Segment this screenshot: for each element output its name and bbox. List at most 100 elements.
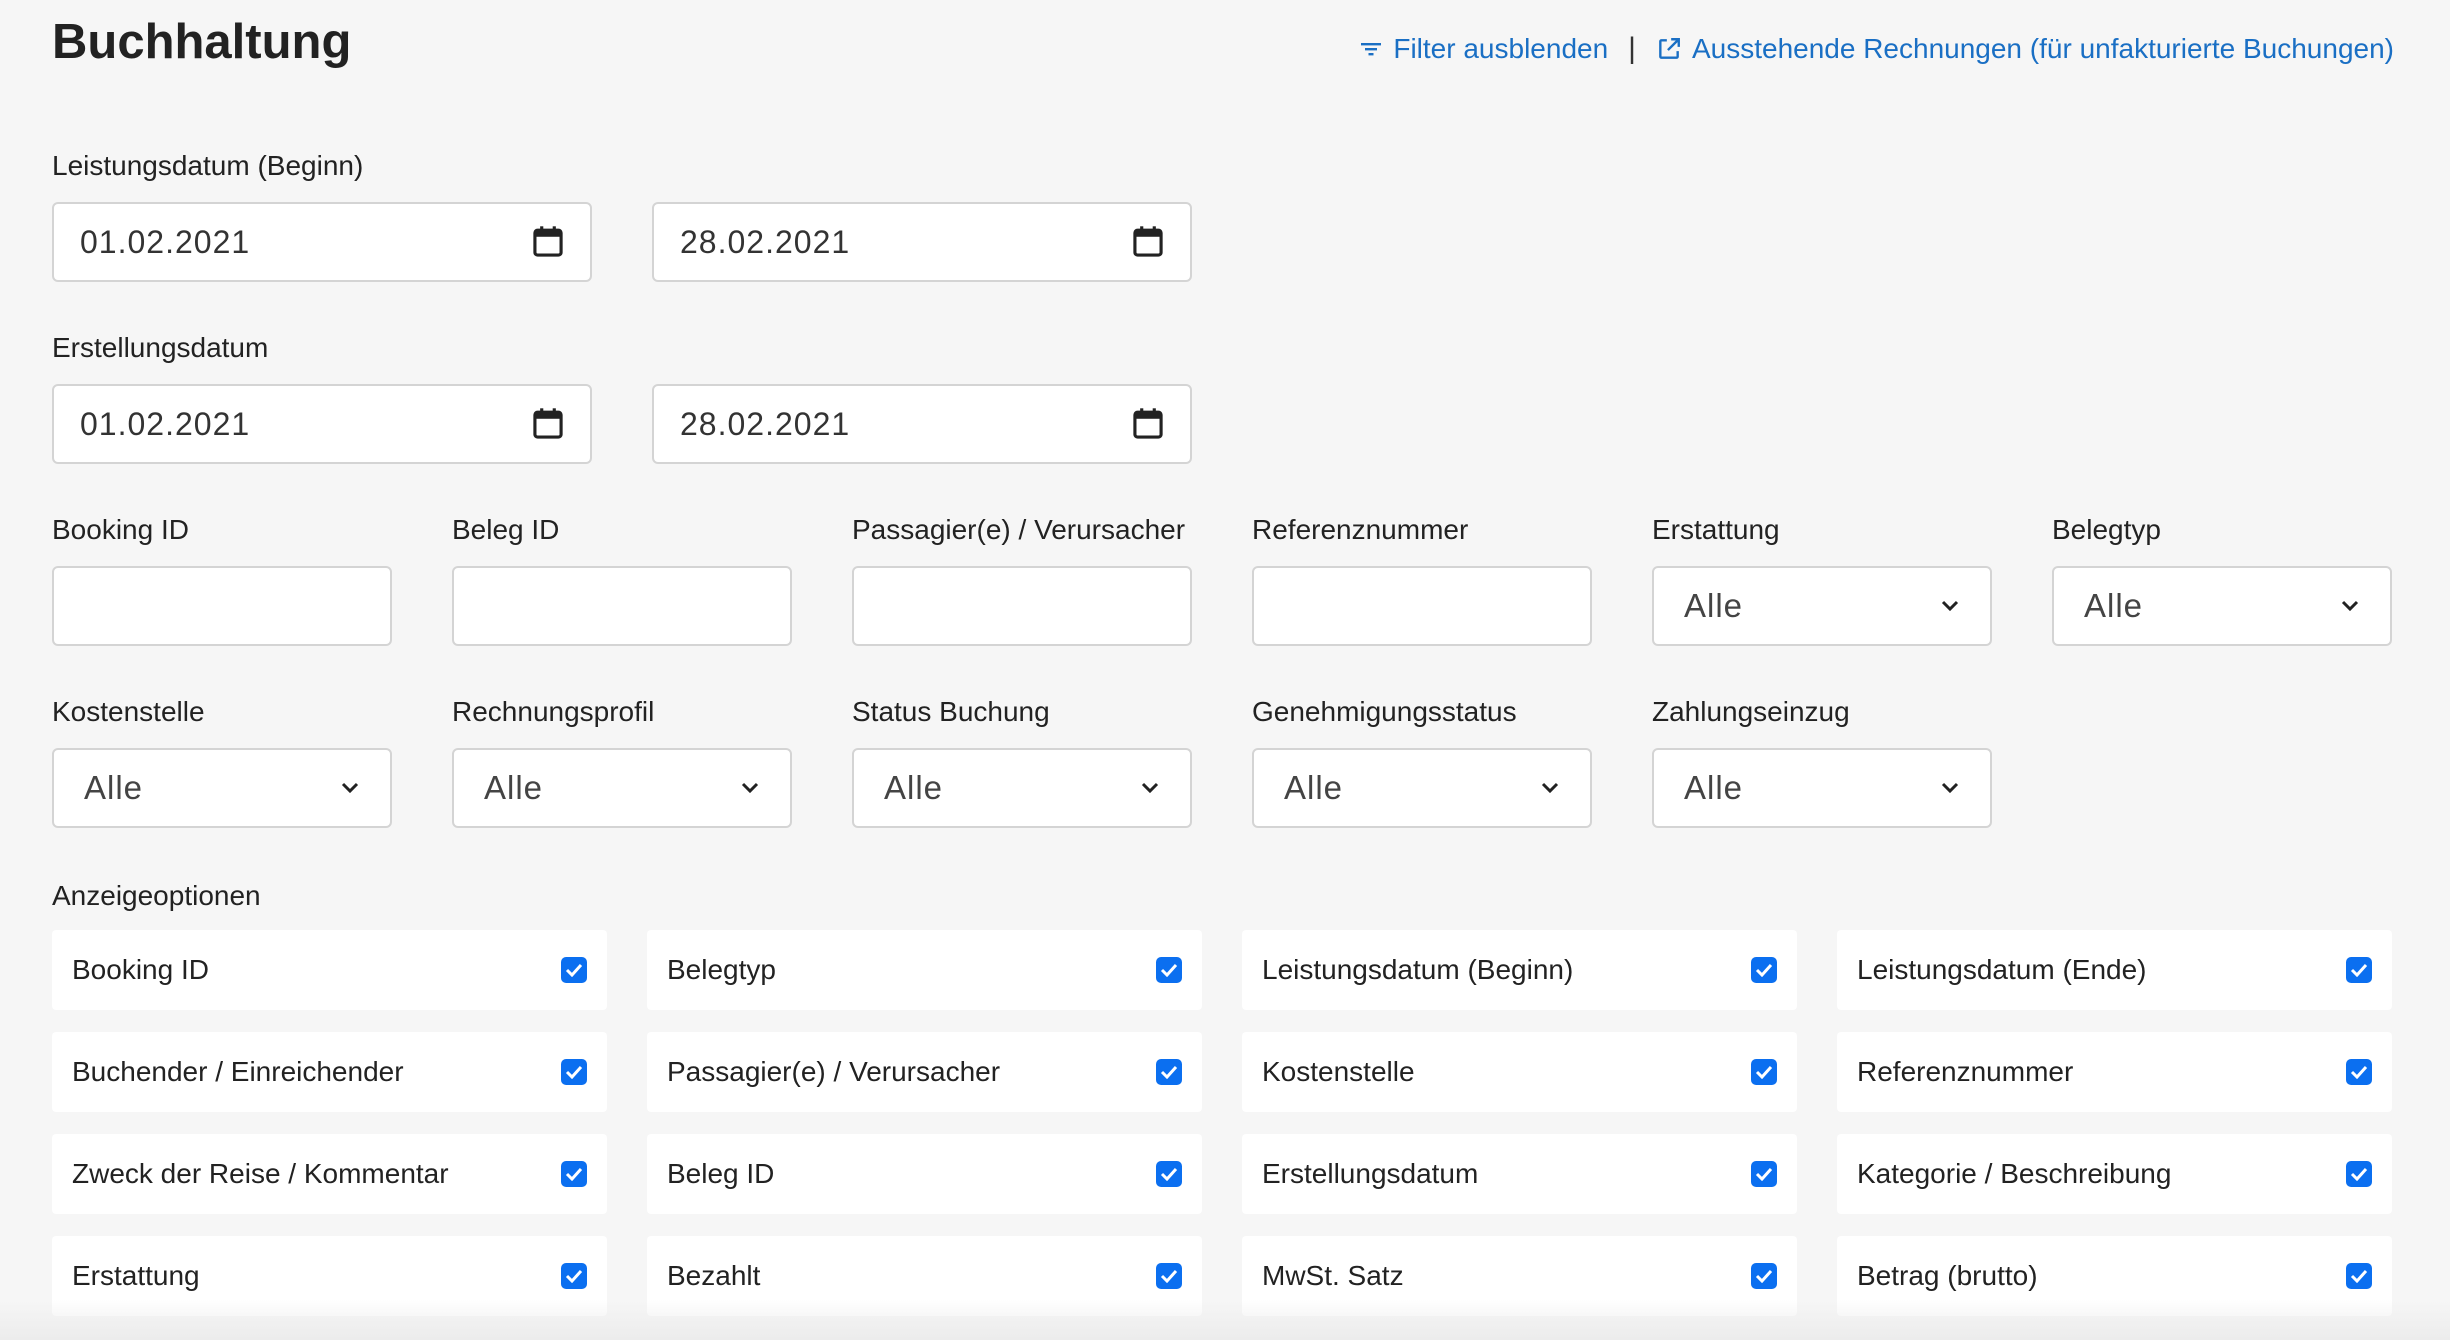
booking-status-select-value: Alle bbox=[884, 769, 944, 806]
checkmark-icon bbox=[2350, 1065, 2368, 1079]
display-option-item[interactable]: Belegtyp bbox=[647, 930, 1202, 1010]
receipt-type-select-value: Alle bbox=[2084, 587, 2144, 624]
checkmark-icon bbox=[1755, 1065, 1773, 1079]
display-option-checkbox[interactable] bbox=[2346, 1161, 2372, 1187]
payment-collection-label: Zahlungseinzug bbox=[1652, 696, 1850, 727]
display-option-label: Leistungsdatum (Beginn) bbox=[1262, 954, 1574, 985]
display-option-checkbox[interactable] bbox=[1751, 1263, 1777, 1289]
booking-id-label: Booking ID bbox=[52, 514, 189, 545]
display-option-label: Booking ID bbox=[72, 954, 209, 985]
checkmark-icon bbox=[565, 963, 583, 977]
checkmark-icon bbox=[2350, 963, 2368, 977]
creation-date-to-value: 28.02.2021 bbox=[680, 405, 851, 442]
chevron-down-icon bbox=[1941, 600, 1959, 612]
display-option-label: Betrag (brutto) bbox=[1857, 1260, 2038, 1291]
calendar-icon[interactable] bbox=[532, 407, 564, 441]
calendar-icon[interactable] bbox=[1132, 225, 1164, 259]
display-option-label: Leistungsdatum (Ende) bbox=[1857, 954, 2147, 985]
display-option-checkbox[interactable] bbox=[2346, 1263, 2372, 1289]
display-option-checkbox[interactable] bbox=[561, 1161, 587, 1187]
checkmark-icon bbox=[565, 1065, 583, 1079]
hide-filter-link[interactable]: Filter ausblenden bbox=[1359, 33, 1608, 65]
display-option-label: Kostenstelle bbox=[1262, 1056, 1415, 1087]
service-date-from-input[interactable]: 01.02.2021 bbox=[52, 202, 592, 282]
chevron-down-icon bbox=[1941, 782, 1959, 794]
display-option-item[interactable]: Buchender / Einreichender bbox=[52, 1032, 607, 1112]
receipt-type-select[interactable]: Alle bbox=[2052, 566, 2392, 646]
header-links: Filter ausblenden | Ausstehende Rechnung… bbox=[1359, 32, 2394, 66]
display-option-checkbox[interactable] bbox=[1751, 1161, 1777, 1187]
booking-status-select[interactable]: Alle bbox=[852, 748, 1192, 828]
chevron-down-icon bbox=[2341, 600, 2359, 612]
passenger-input[interactable] bbox=[852, 566, 1192, 646]
display-option-checkbox[interactable] bbox=[1156, 1059, 1182, 1085]
display-option-label: Bezahlt bbox=[667, 1260, 761, 1291]
display-option-item[interactable]: Beleg ID bbox=[647, 1134, 1202, 1214]
chevron-down-icon bbox=[741, 782, 759, 794]
display-option-label: Beleg ID bbox=[667, 1158, 775, 1189]
display-option-item[interactable]: Kategorie / Beschreibung bbox=[1837, 1134, 2392, 1214]
checkmark-icon bbox=[565, 1167, 583, 1181]
cost-center-select[interactable]: Alle bbox=[52, 748, 392, 828]
display-option-label: Zweck der Reise / Kommentar bbox=[72, 1158, 449, 1189]
reference-number-input[interactable] bbox=[1252, 566, 1592, 646]
display-option-label: Erstattung bbox=[72, 1260, 200, 1291]
refund-select-value: Alle bbox=[1684, 587, 1744, 624]
display-option-item[interactable]: Leistungsdatum (Ende) bbox=[1837, 930, 2392, 1010]
checkmark-icon bbox=[1755, 963, 1773, 977]
filter-icon bbox=[1361, 43, 1382, 56]
display-option-label: Referenznummer bbox=[1857, 1056, 2074, 1087]
checkmark-icon bbox=[1160, 963, 1178, 977]
checkmark-icon bbox=[1160, 1065, 1178, 1079]
pending-invoices-link[interactable]: Ausstehende Rechnungen (für unfakturiert… bbox=[1656, 33, 2394, 65]
receipt-id-input[interactable] bbox=[452, 566, 792, 646]
display-option-checkbox[interactable] bbox=[561, 1059, 587, 1085]
display-option-checkbox[interactable] bbox=[1156, 957, 1182, 983]
approval-status-select-value: Alle bbox=[1284, 769, 1344, 806]
display-option-item[interactable]: Referenznummer bbox=[1837, 1032, 2392, 1112]
invoice-profile-select[interactable]: Alle bbox=[452, 748, 792, 828]
service-date-to-input[interactable]: 28.02.2021 bbox=[652, 202, 1192, 282]
checkmark-icon bbox=[1755, 1269, 1773, 1283]
display-option-checkbox[interactable] bbox=[1751, 957, 1777, 983]
display-option-label: Kategorie / Beschreibung bbox=[1857, 1158, 2172, 1189]
display-option-checkbox[interactable] bbox=[1156, 1161, 1182, 1187]
chevron-down-icon bbox=[1141, 782, 1159, 794]
receipt-type-label: Belegtyp bbox=[2052, 514, 2161, 545]
display-option-label: Passagier(e) / Verursacher bbox=[667, 1056, 1001, 1087]
display-option-item[interactable]: Leistungsdatum (Beginn) bbox=[1242, 930, 1797, 1010]
booking-id-input[interactable] bbox=[52, 566, 392, 646]
display-option-label: MwSt. Satz bbox=[1262, 1260, 1404, 1291]
display-option-checkbox[interactable] bbox=[2346, 957, 2372, 983]
display-option-checkbox[interactable] bbox=[1156, 1263, 1182, 1289]
display-option-checkbox[interactable] bbox=[561, 957, 587, 983]
refund-select[interactable]: Alle bbox=[1652, 566, 1992, 646]
display-option-checkbox[interactable] bbox=[1751, 1059, 1777, 1085]
creation-date-from-value: 01.02.2021 bbox=[80, 405, 251, 442]
checkmark-icon bbox=[1160, 1269, 1178, 1283]
creation-date-to-input[interactable]: 28.02.2021 bbox=[652, 384, 1192, 464]
display-option-item[interactable]: Erstellungsdatum bbox=[1242, 1134, 1797, 1214]
display-option-item[interactable]: Kostenstelle bbox=[1242, 1032, 1797, 1112]
display-option-checkbox[interactable] bbox=[561, 1263, 587, 1289]
creation-date-label: Erstellungsdatum bbox=[52, 332, 269, 363]
payment-collection-select[interactable]: Alle bbox=[1652, 748, 1992, 828]
display-option-label: Buchender / Einreichender bbox=[72, 1056, 404, 1087]
approval-status-select[interactable]: Alle bbox=[1252, 748, 1592, 828]
display-option-item[interactable]: Passagier(e) / Verursacher bbox=[647, 1032, 1202, 1112]
hide-filter-label: Filter ausblenden bbox=[1393, 33, 1609, 64]
display-option-checkbox[interactable] bbox=[2346, 1059, 2372, 1085]
invoice-profile-label: Rechnungsprofil bbox=[452, 696, 655, 727]
service-date-to-value: 28.02.2021 bbox=[680, 223, 851, 260]
calendar-icon[interactable] bbox=[532, 225, 564, 259]
cost-center-select-value: Alle bbox=[84, 769, 144, 806]
display-option-label: Erstellungsdatum bbox=[1262, 1158, 1479, 1189]
creation-date-from-input[interactable]: 01.02.2021 bbox=[52, 384, 592, 464]
page-title: Buchhaltung bbox=[52, 15, 352, 69]
calendar-icon[interactable] bbox=[1132, 407, 1164, 441]
link-separator: | bbox=[1628, 32, 1636, 65]
cost-center-label: Kostenstelle bbox=[52, 696, 205, 727]
display-option-item[interactable]: Zweck der Reise / Kommentar bbox=[52, 1134, 607, 1214]
chevron-down-icon bbox=[341, 782, 359, 794]
display-option-item[interactable]: Booking ID bbox=[52, 930, 607, 1010]
